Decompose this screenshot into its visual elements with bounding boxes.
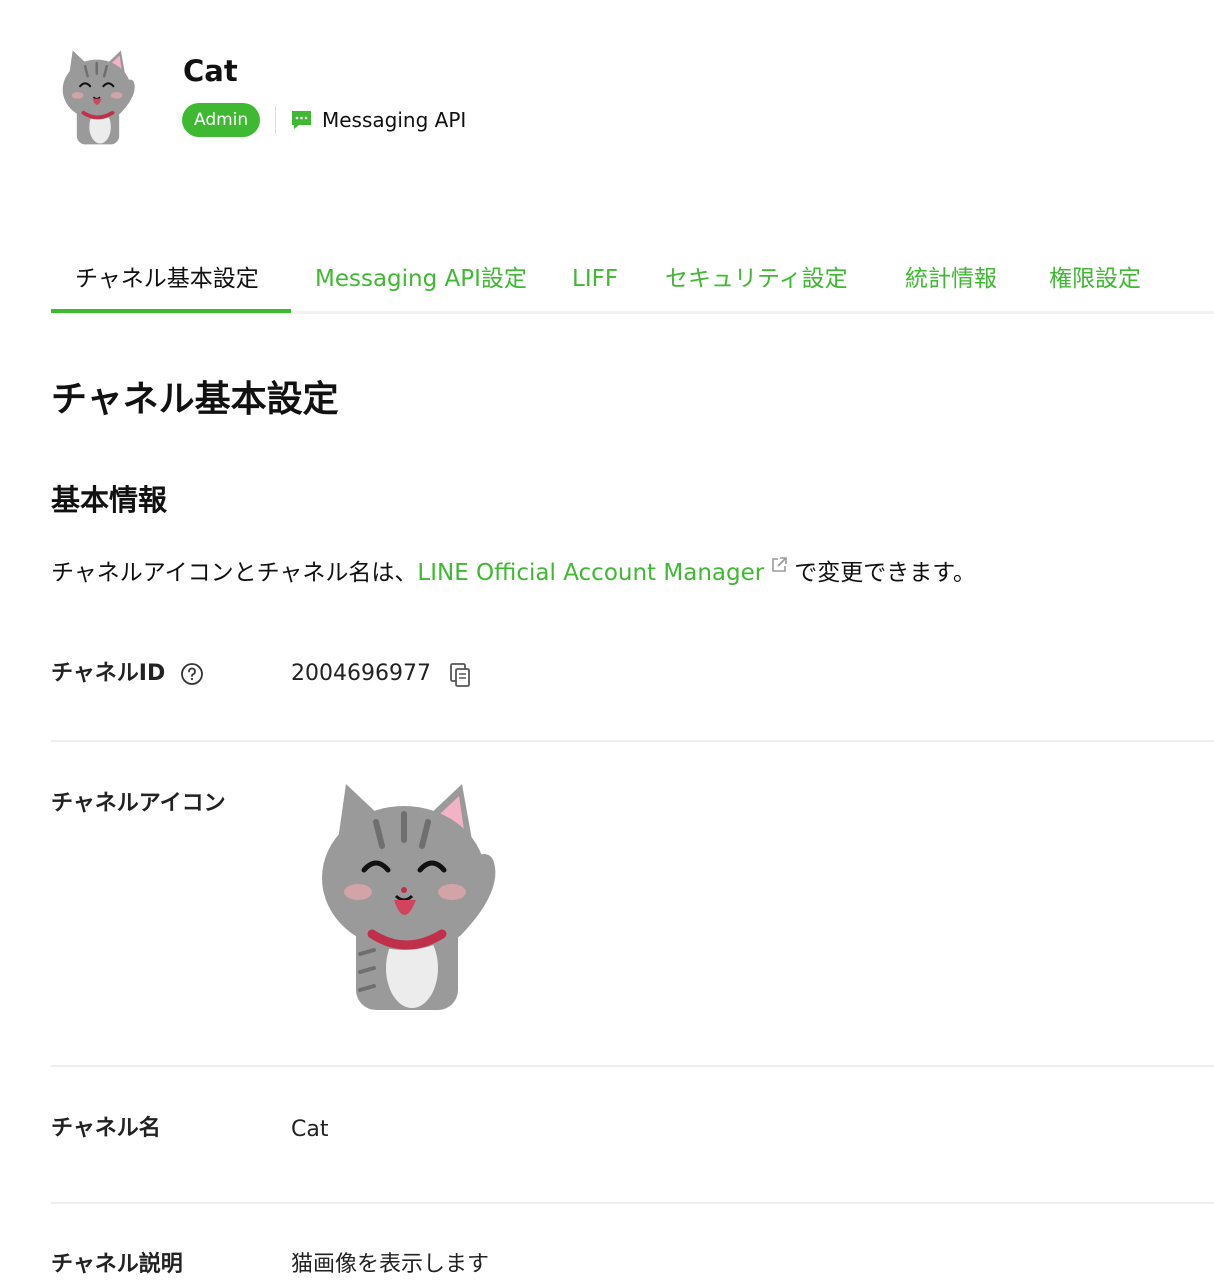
page-title: チャネル基本設定 <box>51 379 339 420</box>
row-divider <box>51 1202 1214 1204</box>
chat-bubble-icon <box>292 111 311 129</box>
channel-type: Messaging API <box>291 104 466 136</box>
tab-channel-basic-settings[interactable]: チャネル基本設定 <box>75 248 259 311</box>
intro-prefix: チャネルアイコンとチャネル名は、 <box>51 560 418 586</box>
channel-description-value: 猫画像を表示します <box>291 1252 490 1277</box>
external-link-icon <box>772 557 788 572</box>
tab-statistics[interactable]: 統計情報 <box>905 248 997 311</box>
settings-tabs: チャネル基本設定 Messaging API設定 LIFF セキュリティ設定 統… <box>51 248 1214 314</box>
intro-text: チャネルアイコンとチャネル名は、LINE Official Account Ma… <box>51 556 976 590</box>
active-tab-indicator <box>51 309 291 313</box>
oa-manager-link[interactable]: LINE Official Account Manager <box>417 560 764 586</box>
channel-icon-image <box>322 784 496 1010</box>
channel-description-label: チャネル説明 <box>51 1252 183 1277</box>
channel-name-title: Cat <box>183 54 238 88</box>
cat-avatar-icon <box>62 50 135 145</box>
cat-icon <box>322 784 496 1010</box>
channel-id-value: 2004696977 <box>291 661 431 686</box>
channel-id-label: チャネルID <box>51 661 166 686</box>
intro-suffix: で変更できます。 <box>794 560 976 586</box>
tab-messaging-api-settings[interactable]: Messaging API設定 <box>315 248 527 311</box>
channel-icon-label: チャネルアイコン <box>51 791 226 816</box>
tab-security-settings[interactable]: セキュリティ設定 <box>665 248 848 311</box>
tab-permission-settings[interactable]: 権限設定 <box>1049 248 1141 311</box>
help-icon[interactable] <box>180 662 204 686</box>
row-divider <box>51 740 1214 742</box>
channel-type-label: Messaging API <box>322 108 467 132</box>
channel-avatar <box>62 50 135 145</box>
row-divider <box>51 1065 1214 1067</box>
section-title-basic-info: 基本情報 <box>51 483 168 517</box>
channel-name-label: チャネル名 <box>51 1116 161 1141</box>
tab-liff[interactable]: LIFF <box>572 248 618 311</box>
role-badge: Admin <box>182 103 261 137</box>
channel-name-value: Cat <box>291 1117 329 1142</box>
header-divider <box>275 106 276 134</box>
copy-icon[interactable] <box>448 662 472 688</box>
